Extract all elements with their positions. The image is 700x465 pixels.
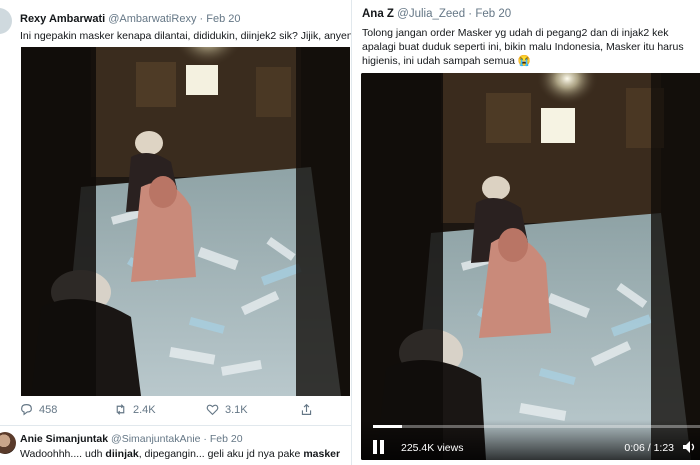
reply-author-name[interactable]: Anie Simanjuntak xyxy=(20,433,108,445)
reply-text: Wadoohhh.... udh diinjak, dipegangin... … xyxy=(20,448,340,460)
reply-action[interactable]: 458 xyxy=(20,403,57,416)
author-handle[interactable]: @Julia_Zeed xyxy=(397,8,465,20)
view-count: 225.4K views xyxy=(401,442,464,454)
reply-text-part: Wadoohhh.... udh xyxy=(20,448,106,460)
pause-icon xyxy=(373,440,377,454)
video-progress-fill xyxy=(373,425,403,428)
tweet-actions: 458 2.4K 3.1K xyxy=(20,403,340,419)
author-name[interactable]: Ana Z xyxy=(362,8,394,20)
tweet-date[interactable]: Feb 20 xyxy=(475,8,511,20)
like-action[interactable]: 3.1K xyxy=(206,403,248,416)
retweet-count: 2.4K xyxy=(133,403,156,416)
tweet-header: Rexy Ambarwati @AmbarwatiRexy · Feb 20 xyxy=(20,13,241,25)
like-count: 3.1K xyxy=(225,403,248,416)
pause-icon xyxy=(380,440,384,454)
share-icon xyxy=(301,403,312,415)
reply-icon xyxy=(21,404,32,416)
video-player[interactable]: 225.4K views 0:06 / 1:23 xyxy=(361,73,700,460)
tweet-text: Ini ngepakin masker kenapa dilantai, did… xyxy=(20,30,352,42)
tweet-date[interactable]: Feb 20 xyxy=(206,13,240,25)
reply-date[interactable]: Feb 20 xyxy=(210,433,243,445)
reply-author-avatar[interactable] xyxy=(0,432,16,454)
heart-icon xyxy=(206,404,219,416)
video-time: 0:06 / 1:23 xyxy=(624,442,674,454)
tweet-text: Tolong jangan order Masker yg udah di pe… xyxy=(362,26,700,68)
reply-text-bold: masker xyxy=(303,448,341,460)
video-progress-bar[interactable] xyxy=(373,425,700,428)
reply-count: 458 xyxy=(39,403,58,416)
video-frame xyxy=(361,73,700,460)
left-tweet-panel: Rexy Ambarwati @AmbarwatiRexy · Feb 20 I… xyxy=(0,0,352,465)
dot-separator: · xyxy=(199,13,204,25)
tweet-text-line: apalagi buat duduk seperti ini, bikin ma… xyxy=(362,41,684,53)
video-controls: 225.4K views 0:06 / 1:23 xyxy=(361,420,700,460)
author-avatar[interactable] xyxy=(0,8,12,34)
share-action[interactable] xyxy=(300,403,313,416)
tweet-header: Ana Z @Julia_Zeed · Feb 20 xyxy=(362,8,511,20)
pause-button[interactable] xyxy=(373,440,385,454)
author-name[interactable]: Rexy Ambarwati xyxy=(20,13,105,25)
reply-text-bold: diinjak xyxy=(105,448,139,460)
tweet-video[interactable] xyxy=(21,47,350,396)
retweet-action[interactable]: 2.4K xyxy=(114,403,156,416)
author-handle[interactable]: @AmbarwatiRexy xyxy=(108,13,196,25)
reply-tweet: Anie Simanjuntak @SimanjuntakAnie · Feb … xyxy=(0,425,351,465)
reply-text-part: , dipegangin... geli aku jd nya pake xyxy=(138,448,304,460)
video-frame xyxy=(21,47,350,396)
reply-header: Anie Simanjuntak @SimanjuntakAnie · Feb … xyxy=(20,433,243,445)
dot-separator: · xyxy=(203,433,207,445)
tweet-text-line: higienis, ini udah sampah semua 😭 xyxy=(362,55,531,67)
reply-author-handle[interactable]: @SimanjuntakAnie xyxy=(111,433,200,445)
volume-icon[interactable] xyxy=(682,440,698,454)
retweet-icon xyxy=(116,404,125,415)
dot-separator: · xyxy=(468,8,473,20)
tweet-text-line: Tolong jangan order Masker yg udah di pe… xyxy=(362,27,669,39)
